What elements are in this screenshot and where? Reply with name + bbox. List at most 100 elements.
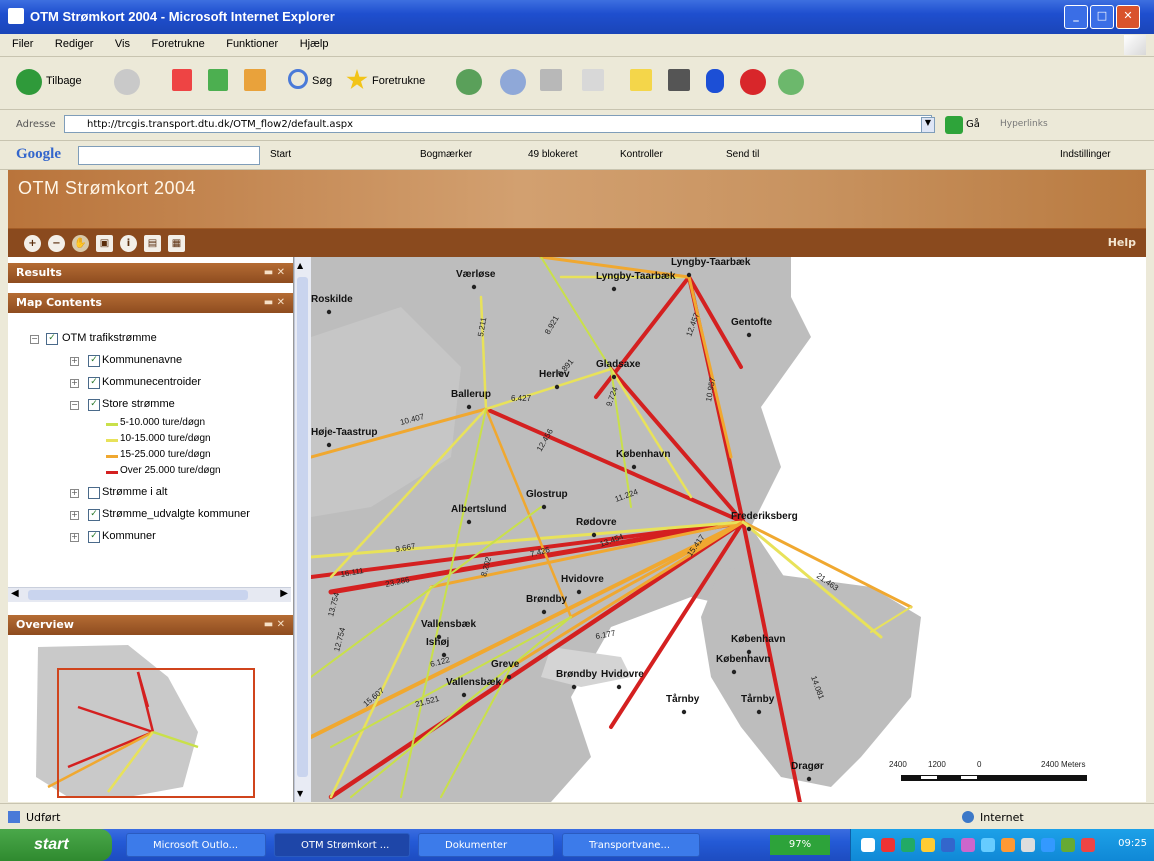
tray-icon[interactable] [1061,838,1075,852]
measure-icon[interactable]: ▤ [144,235,161,252]
tray-icon[interactable] [961,838,975,852]
scroll-left-arrow-icon[interactable]: ◀ [11,588,19,599]
task-transport[interactable]: Transportvane... [562,833,700,857]
tray-icon[interactable] [881,838,895,852]
centroid-marker[interactable] [686,272,692,278]
tree-expand-item[interactable]: + [70,533,79,542]
maximize-button[interactable]: □ [1090,5,1114,29]
centroid-marker[interactable] [541,504,547,510]
history-icon[interactable] [456,69,482,95]
popup-blocked-button[interactable]: 49 blokeret [528,149,577,160]
battery-badge[interactable]: 97% [770,835,830,855]
start-button[interactable]: start [0,829,112,861]
centroid-marker[interactable] [631,464,637,470]
tree-expand-item[interactable]: + [70,379,79,388]
tray-icon[interactable] [981,838,995,852]
centroid-marker[interactable] [441,652,447,658]
layer-root-checkbox[interactable]: ✓ [46,333,58,345]
scroll-thumb[interactable] [297,277,308,777]
centroid-marker[interactable] [681,709,687,715]
tree-collapse-item[interactable]: − [70,401,79,410]
menu-file[interactable]: Filer [12,38,33,50]
centroid-marker[interactable] [554,384,560,390]
tray-icon[interactable] [1021,838,1035,852]
centroid-marker[interactable] [461,692,467,698]
centroid-marker[interactable] [506,674,512,680]
task-outlook[interactable]: Microsoft Outlo... [126,833,266,857]
tray-icon[interactable] [921,838,935,852]
tray-icon[interactable] [901,838,915,852]
google-send-button[interactable]: Send til [726,149,759,160]
forward-arrow-icon[interactable] [114,69,140,95]
menu-view[interactable]: Vis [115,38,130,50]
address-input[interactable]: http://trcgis.transport.dtu.dk/OTM_flow2… [64,115,932,133]
layer-checkbox[interactable]: ✓ [88,531,100,543]
menu-help[interactable]: Hjælp [300,38,329,50]
pan-hand-icon[interactable]: ✋ [72,235,89,252]
refresh-icon[interactable] [208,69,228,91]
results-panel-controls[interactable]: ▬ ✕ [264,263,285,283]
tray-icon[interactable] [861,838,875,852]
panel-vertical-scrollbar[interactable]: ▲ ▼ [294,257,311,802]
home-icon[interactable] [244,69,266,91]
favorites-label[interactable]: Foretrukne [372,75,425,87]
centroid-marker[interactable] [746,526,752,532]
overview-map[interactable] [8,637,292,802]
centroid-marker[interactable] [466,404,472,410]
search-icon[interactable] [288,69,308,89]
layer-checkbox[interactable]: ✓ [88,355,100,367]
centroid-marker[interactable] [326,309,332,315]
centroid-marker[interactable] [611,374,617,380]
go-button[interactable]: Gå [966,119,980,130]
messenger-icon[interactable] [778,69,804,95]
record-icon[interactable] [740,69,766,95]
menu-favorites[interactable]: Foretrukne [152,38,205,50]
print-icon[interactable] [540,69,562,91]
google-settings-button[interactable]: Indstillinger [1060,149,1111,160]
tree-horizontal-scrollbar[interactable]: ◀ ▶ [8,587,291,602]
minimize-button[interactable]: _ [1064,5,1088,29]
back-arrow-icon[interactable] [16,69,42,95]
results-panel-header[interactable]: Results ▬ ✕ [8,263,293,283]
research-icon[interactable] [668,69,690,91]
google-check-button[interactable]: Kontroller [620,149,663,160]
centroid-marker[interactable] [731,669,737,675]
centroid-marker[interactable] [591,532,597,538]
tray-icon[interactable] [941,838,955,852]
print-map-icon[interactable]: ▦ [168,235,185,252]
tree-expand-item[interactable]: + [70,489,79,498]
tray-icon[interactable] [1081,838,1095,852]
help-link[interactable]: Help [1108,236,1136,249]
centroid-marker[interactable] [616,684,622,690]
centroid-marker[interactable] [611,286,617,292]
favorites-star-icon[interactable] [346,69,368,90]
menu-edit[interactable]: Rediger [55,38,94,50]
centroid-marker[interactable] [756,709,762,715]
google-search-input[interactable] [78,146,260,165]
back-label[interactable]: Tilbage [46,75,82,87]
layer-checkbox[interactable]: ✓ [88,509,100,521]
centroid-marker[interactable] [326,442,332,448]
centroid-marker[interactable] [571,684,577,690]
scroll-thumb[interactable] [28,590,248,600]
map-contents-panel-controls[interactable]: ▬ ✕ [264,293,285,313]
centroid-marker[interactable] [806,776,812,782]
zoom-out-icon[interactable]: − [48,235,65,252]
task-otm-map[interactable]: OTM Strømkort ... [274,833,410,857]
full-extent-icon[interactable]: ▣ [96,235,113,252]
google-start-button[interactable]: Start [270,149,291,160]
tree-collapse-root[interactable]: − [30,335,39,344]
links-label[interactable]: Hyperlinks [1000,119,1048,129]
scroll-right-arrow-icon[interactable]: ▶ [280,588,288,599]
layer-checkbox[interactable] [88,487,100,499]
stop-icon[interactable] [172,69,192,91]
centroid-marker[interactable] [576,589,582,595]
notes-icon[interactable] [630,69,652,91]
scroll-down-arrow-icon[interactable]: ▼ [297,789,303,798]
layer-checkbox[interactable]: ✓ [88,399,100,411]
go-arrow-icon[interactable] [945,116,963,134]
tree-expand-item[interactable]: + [70,511,79,520]
search-label[interactable]: Søg [312,75,332,87]
overview-panel-header[interactable]: Overview ▬ ✕ [8,615,293,635]
address-dropdown-button[interactable]: ▼ [921,117,935,133]
